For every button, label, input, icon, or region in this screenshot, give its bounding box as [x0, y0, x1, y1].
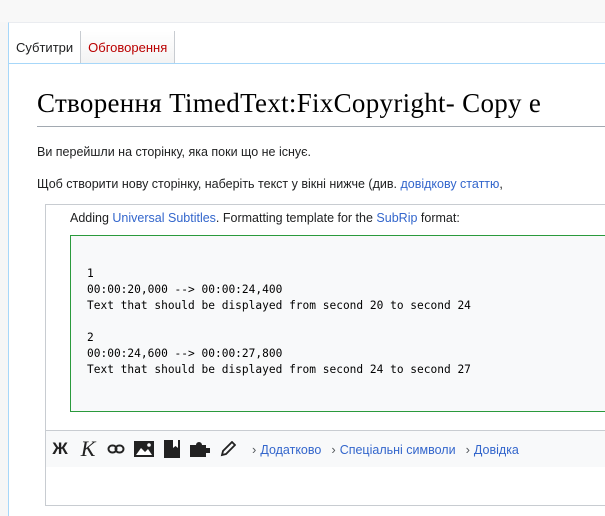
notice-text: Ви перейшли на сторінку, яка поки що не … — [37, 145, 311, 159]
title-divider — [37, 126, 605, 127]
edit-box: Adding Universal Subtitles. Formatting t… — [45, 204, 605, 506]
instruction-suffix: , — [499, 177, 503, 191]
subrip-link[interactable]: SubRip — [376, 211, 417, 225]
page-title: Створення TimedText:FixCopyright- Copy e — [37, 88, 542, 118]
italic-icon: К — [80, 436, 96, 461]
adding-suffix: format: — [417, 211, 460, 225]
menu-advanced-label: Додатково — [260, 442, 322, 457]
chevron-right-icon: › — [331, 441, 336, 457]
template-button[interactable] — [186, 436, 214, 462]
srt-template-text: 1 00:00:20,000 --> 00:00:24,400 Text tha… — [87, 267, 471, 376]
menu-special-characters[interactable]: › Спеціальні символи — [331, 442, 455, 457]
tab-subtitles-label: Субтитри — [16, 40, 74, 55]
chevron-right-icon: › — [252, 441, 257, 457]
menu-help-label: Довідка — [473, 442, 519, 457]
link-button[interactable] — [102, 436, 130, 462]
reference-button[interactable] — [158, 436, 186, 462]
menu-advanced[interactable]: › Додатково — [252, 442, 321, 457]
link-icon — [107, 444, 125, 454]
signature-button[interactable] — [214, 436, 242, 462]
page-content: Субтитри Обговорення Створення TimedText… — [8, 22, 605, 516]
tab-discussion[interactable]: Обговорення — [81, 31, 176, 63]
universal-subtitles-link[interactable]: Universal Subtitles — [112, 211, 216, 225]
italic-button[interactable]: К — [74, 436, 102, 462]
bold-icon: Ж — [52, 439, 68, 458]
editor-toolbar: Ж К › Додатково › Спеціальні символи › Дові… — [46, 430, 605, 468]
instruction-text: Щоб створити нову сторінку, наберіть тек… — [37, 177, 503, 191]
bookmark-icon — [164, 440, 180, 458]
puzzle-icon — [190, 442, 210, 457]
adding-mid: . Formatting template for the — [215, 211, 377, 225]
chevron-right-icon: › — [465, 441, 470, 457]
page-tabs: Субтитри Обговорення — [9, 23, 176, 63]
help-article-link[interactable]: довідкову статтю — [400, 177, 499, 191]
adding-prefix: Adding — [70, 211, 113, 225]
tab-underline — [9, 63, 605, 64]
pencil-icon — [220, 441, 236, 457]
edit-textarea[interactable] — [46, 467, 605, 505]
tab-subtitles[interactable]: Субтитри — [9, 31, 82, 63]
image-button[interactable] — [130, 436, 158, 462]
adding-line: Adding Universal Subtitles. Formatting t… — [70, 211, 460, 225]
tab-discussion-label: Обговорення — [88, 40, 168, 55]
menu-help[interactable]: › Довідка — [466, 442, 519, 457]
srt-template-box: 1 00:00:20,000 --> 00:00:24,400 Text tha… — [70, 235, 605, 412]
bold-button[interactable]: Ж — [46, 436, 74, 462]
menu-special-characters-label: Спеціальні символи — [339, 442, 456, 457]
top-band — [0, 0, 605, 22]
image-icon — [134, 441, 154, 457]
instruction-prefix: Щоб створити нову сторінку, наберіть тек… — [37, 177, 401, 191]
